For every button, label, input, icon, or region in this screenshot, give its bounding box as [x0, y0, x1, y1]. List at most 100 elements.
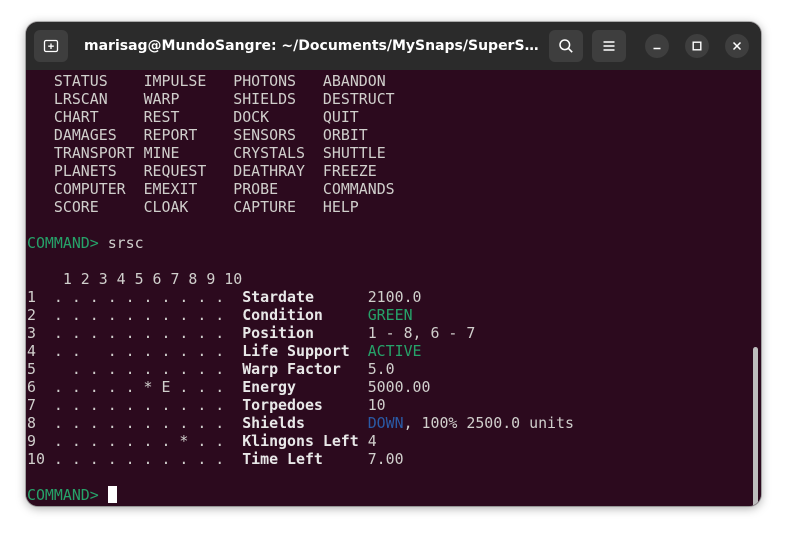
sector-cells: . . . . . . . * . .	[53, 432, 225, 450]
command-list-row: PLANETS REQUEST DEATHRAY FREEZE	[27, 162, 574, 180]
grid-column-header: 1 2 3 4 5 6 7 8 9 10	[27, 270, 574, 288]
entered-command: srsc	[107, 234, 144, 252]
row-number: 3	[27, 324, 54, 342]
terminal-output[interactable]: STATUS IMPULSE PHOTONS ABANDON LRSCAN WA…	[26, 70, 761, 506]
command-prompt: COMMAND>	[27, 486, 99, 504]
status-label: Life Support	[242, 342, 350, 360]
window-title: marisag@MundoSangre: ~/Documents/MySnaps…	[84, 38, 539, 54]
status-label: Shields	[242, 414, 305, 432]
row-number: 4	[27, 342, 54, 360]
text-cursor	[107, 486, 117, 503]
new-tab-button[interactable]	[34, 30, 68, 62]
command-name: PROBE	[233, 180, 279, 198]
search-button[interactable]	[549, 30, 583, 62]
command-name: FREEZE	[322, 162, 377, 180]
sector-cells: . . . . . . . . .	[53, 360, 225, 378]
column-numbers: 1 2 3 4 5 6 7 8 9 10	[62, 270, 243, 288]
command-list-row: STATUS IMPULSE PHOTONS ABANDON	[27, 72, 574, 90]
scan-row: 6 . . . . . * E . . . Energy 5000.00	[27, 378, 574, 396]
command-list-row: COMPUTER EMEXIT PROBE COMMANDS	[27, 180, 574, 198]
scan-row: 7 . . . . . . . . . . Torpedoes 10	[27, 396, 574, 414]
sector-cells: . . . . . . . . . .	[53, 288, 225, 306]
scan-row: 1 . . . . . . . . . . Stardate 2100.0	[27, 288, 574, 306]
command-name: COMMANDS	[322, 180, 395, 198]
command-prompt: COMMAND>	[27, 234, 99, 252]
command-name: CAPTURE	[233, 198, 296, 216]
command-name: ORBIT	[322, 126, 368, 144]
terminal-window: marisag@MundoSangre: ~/Documents/MySnaps…	[26, 22, 761, 506]
command-name: MINE	[143, 144, 180, 162]
row-number: 9	[27, 432, 54, 450]
status-value: ACTIVE	[367, 342, 422, 360]
new-tab-icon	[43, 39, 59, 53]
scan-row: 3 . . . . . . . . . . Position 1 - 8, 6 …	[27, 324, 574, 342]
row-number: 5	[27, 360, 54, 378]
status-label: Warp Factor	[242, 360, 341, 378]
hamburger-menu-icon	[603, 41, 615, 51]
minimize-icon	[653, 47, 661, 50]
status-suffix: , 100% 2500.0 units	[403, 414, 574, 432]
command-list-row: LRSCAN WARP SHIELDS DESTRUCT	[27, 90, 574, 108]
search-icon	[559, 39, 573, 53]
scan-row: 8 . . . . . . . . . . Shields DOWN, 100%…	[27, 414, 574, 432]
status-value: 1 - 8, 6 - 7	[367, 324, 476, 342]
scan-row: 4 . . . . . . . . . Life Support ACTIVE	[27, 342, 574, 360]
status-label: Torpedoes	[242, 396, 323, 414]
command-name: SCORE	[53, 198, 99, 216]
status-value: 2100.0	[367, 288, 422, 306]
command-name: DEATHRAY	[233, 162, 305, 180]
menu-button[interactable]	[592, 30, 626, 62]
row-number: 7	[27, 396, 54, 414]
command-name: REQUEST	[143, 162, 207, 180]
active-prompt-line: COMMAND>	[27, 486, 574, 504]
command-name: REPORT	[143, 126, 198, 144]
scrollbar-thumb[interactable]	[753, 347, 758, 506]
row-number: 1	[27, 288, 54, 306]
command-name: DESTRUCT	[322, 90, 395, 108]
command-name: TRANSPORT	[53, 144, 135, 162]
command-name: ABANDON	[322, 72, 386, 90]
command-name: CRYSTALS	[233, 144, 305, 162]
command-name: PLANETS	[53, 162, 117, 180]
command-name: PHOTONS	[233, 72, 297, 90]
status-value: DOWN	[367, 414, 404, 432]
row-number: 10	[27, 450, 54, 468]
command-name: SHIELDS	[233, 90, 297, 108]
maximize-button[interactable]	[685, 34, 709, 58]
status-value: 7.00	[367, 450, 404, 468]
command-name: DOCK	[233, 108, 270, 126]
close-button[interactable]	[725, 34, 749, 58]
minimize-button[interactable]	[645, 34, 669, 58]
